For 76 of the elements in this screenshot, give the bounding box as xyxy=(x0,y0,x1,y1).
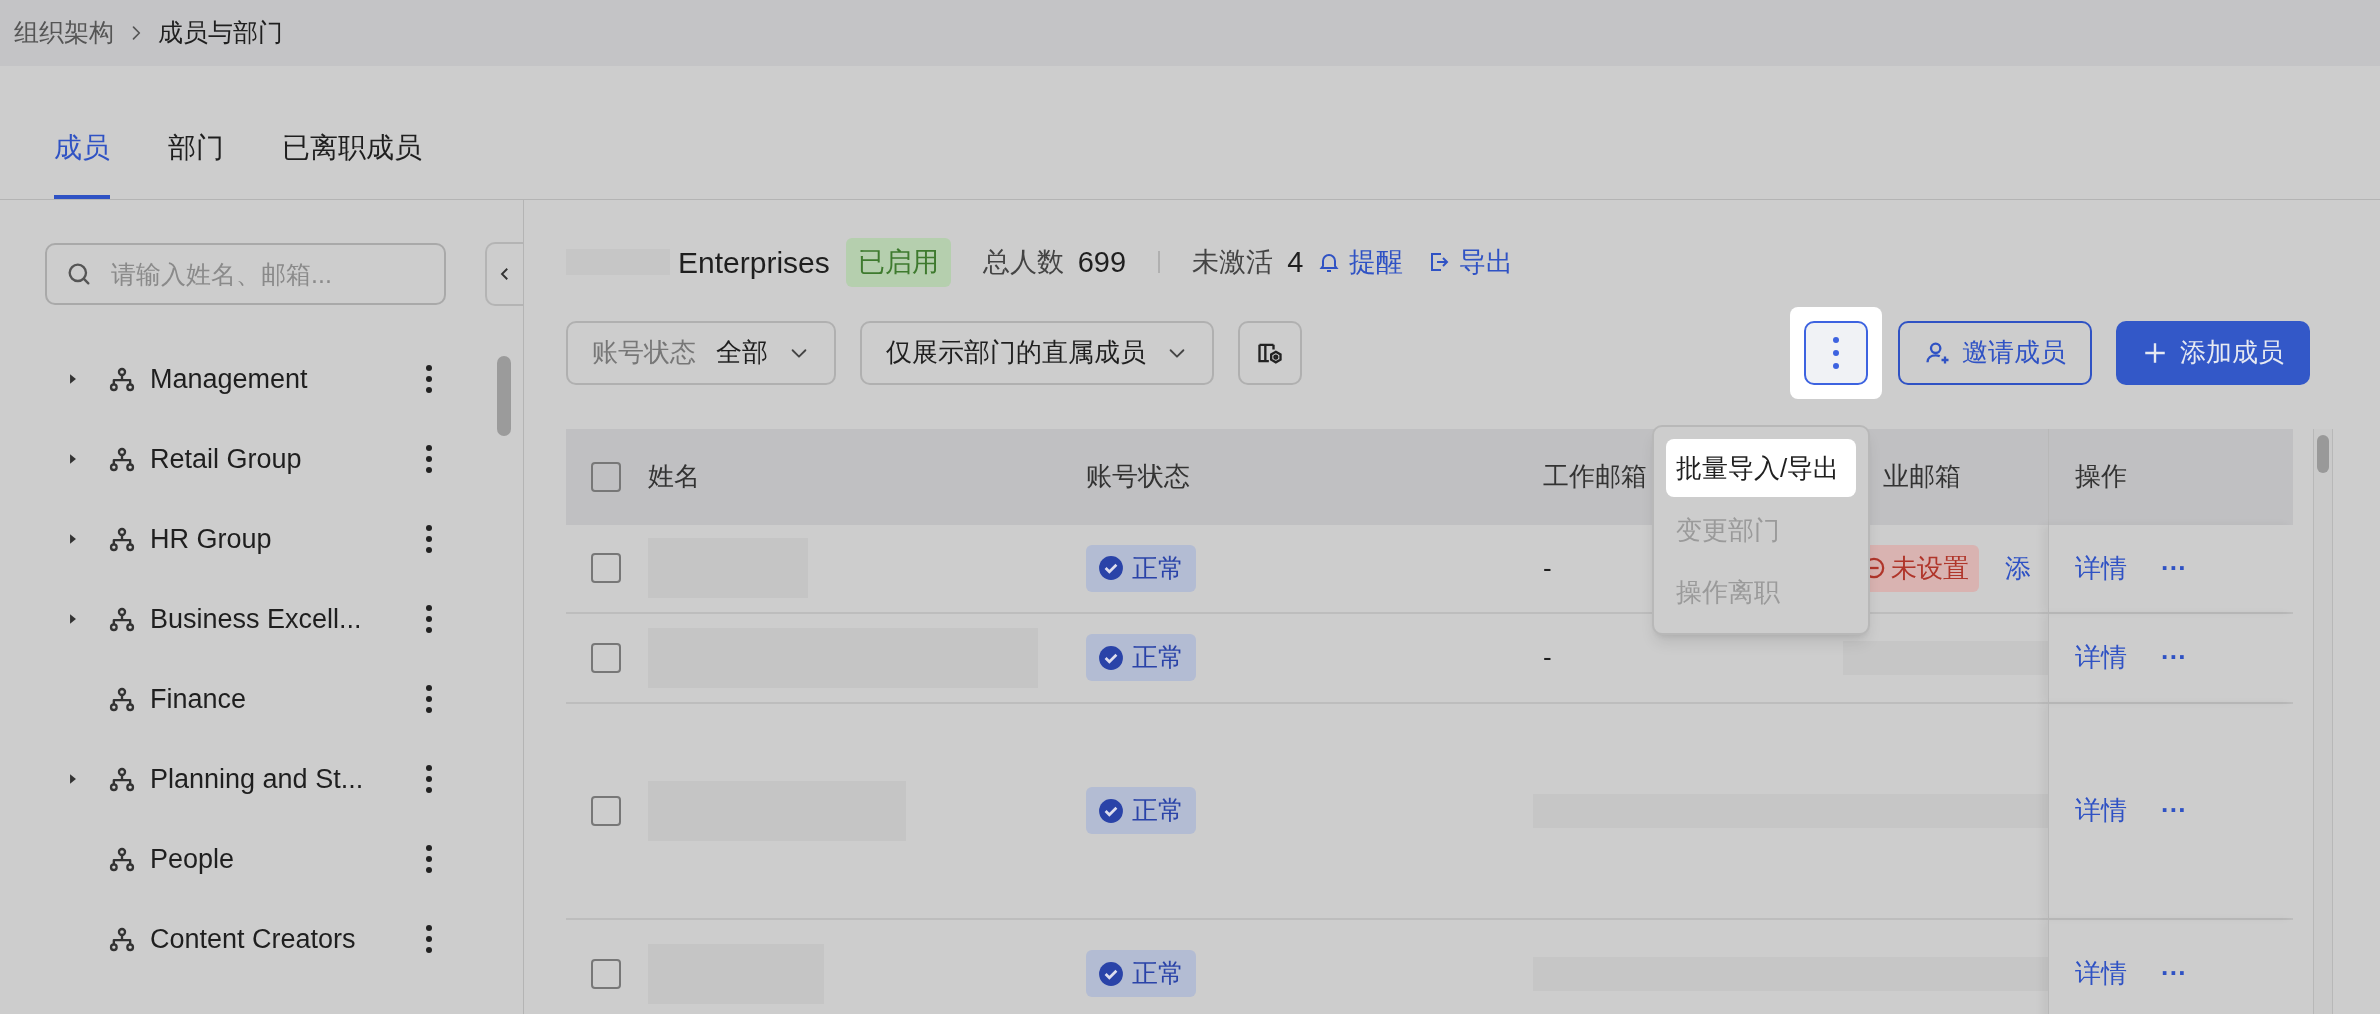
org-chart-icon xyxy=(108,685,136,713)
department-name[interactable]: Business Excell... xyxy=(150,598,362,640)
vertical-dots-icon xyxy=(425,364,433,394)
vertical-dots-icon xyxy=(425,844,433,874)
add-member-button[interactable]: 添加成员 xyxy=(2116,320,2310,385)
export-link[interactable]: 导出 xyxy=(1427,242,1514,283)
org-name: Enterprises xyxy=(678,244,830,281)
search-field[interactable]: 请输入姓名、邮箱... xyxy=(45,243,446,305)
checkbox[interactable] xyxy=(591,642,621,673)
column-header: 工作邮箱 xyxy=(1543,460,1647,493)
column-header: 业邮箱 xyxy=(1883,460,1961,493)
vertical-dots-icon xyxy=(425,524,433,554)
more-button[interactable] xyxy=(1804,320,1868,385)
status-badge: 已启用 xyxy=(845,238,951,287)
stat-label: 总人数 xyxy=(982,246,1064,279)
add-link[interactable]: 添 xyxy=(2005,548,2031,588)
department-name[interactable]: Content Creators xyxy=(150,918,356,960)
org-chart-icon xyxy=(108,925,136,953)
org-chart-icon xyxy=(108,445,136,473)
filter-label: 账号状态 xyxy=(592,336,696,369)
department-name[interactable]: People xyxy=(150,838,235,880)
scrollbar-thumb[interactable] xyxy=(2317,434,2329,473)
breadcrumb-item[interactable]: 成员与部门 xyxy=(158,14,283,52)
checkbox[interactable] xyxy=(591,461,621,492)
status-badge: 正常 xyxy=(1086,634,1196,681)
vertical-dots-icon xyxy=(425,444,433,474)
vertical-dots-icon xyxy=(425,924,433,954)
vertical-dots-icon xyxy=(425,684,433,714)
department-name[interactable]: Finance xyxy=(150,678,247,720)
details-link[interactable]: 详情 xyxy=(2075,638,2127,677)
filter-dropdown[interactable]: 账号状态 全部 xyxy=(566,320,836,385)
org-chart-icon xyxy=(108,765,136,793)
status-badge: 正常 xyxy=(1086,787,1196,834)
status-badge: 正常 xyxy=(1086,544,1196,592)
column-header: 姓名 xyxy=(648,460,700,493)
checkbox[interactable] xyxy=(591,553,621,583)
vertical-dots-icon xyxy=(1832,335,1840,370)
more-actions-button[interactable]: ··· xyxy=(2161,791,2187,830)
tab[interactable]: 成员 xyxy=(54,127,110,199)
column-header: 账号状态 xyxy=(1086,460,1190,493)
stat-value: 699 xyxy=(1077,244,1127,280)
org-chart-icon xyxy=(108,365,136,393)
vertical-dots-icon xyxy=(425,764,433,794)
department-name[interactable]: HR Group xyxy=(150,518,272,560)
checkbox[interactable] xyxy=(591,958,621,989)
tab[interactable]: 已离职成员 xyxy=(282,127,422,199)
department-name[interactable]: Planning and St... xyxy=(150,758,364,800)
more-actions-button[interactable]: ··· xyxy=(2161,548,2187,588)
checkbox[interactable] xyxy=(591,795,621,826)
filter-value: 全部 xyxy=(716,336,768,369)
details-link[interactable]: 详情 xyxy=(2075,548,2127,588)
more-actions-button[interactable]: ··· xyxy=(2161,954,2187,993)
org-chart-icon xyxy=(108,845,136,873)
menu-item[interactable]: 批量导入/导出 xyxy=(1666,439,1856,497)
cell-text: - xyxy=(1543,551,1552,585)
status-badge: 正常 xyxy=(1086,950,1196,997)
stat-value: 4 xyxy=(1287,244,1304,280)
column-header: 操作 xyxy=(2075,460,2127,493)
department-name[interactable]: Management xyxy=(150,358,308,400)
filter-value: 仅展示部门的直属成员 xyxy=(886,336,1146,369)
stat-label: 未激活 xyxy=(1192,246,1274,279)
remind-link[interactable]: 提醒 xyxy=(1317,242,1404,283)
org-chart-icon xyxy=(108,525,136,553)
org-chart-icon xyxy=(108,605,136,633)
invite-button[interactable]: 邀请成员 xyxy=(1898,320,2092,385)
details-link[interactable]: 详情 xyxy=(2075,954,2127,993)
details-link[interactable]: 详情 xyxy=(2075,791,2127,830)
filter-dropdown[interactable]: 仅展示部门的直属成员 xyxy=(860,320,1214,385)
scrollbar-thumb[interactable] xyxy=(497,356,511,436)
cell-text: - xyxy=(1543,641,1552,674)
breadcrumb-item[interactable]: 组织架构 xyxy=(14,14,114,52)
tab[interactable]: 部门 xyxy=(168,127,224,199)
more-actions-button[interactable]: ··· xyxy=(2161,638,2187,677)
column-settings-button[interactable] xyxy=(1238,320,1302,385)
vertical-dots-icon xyxy=(425,604,433,634)
department-name[interactable]: Retail Group xyxy=(150,438,302,480)
